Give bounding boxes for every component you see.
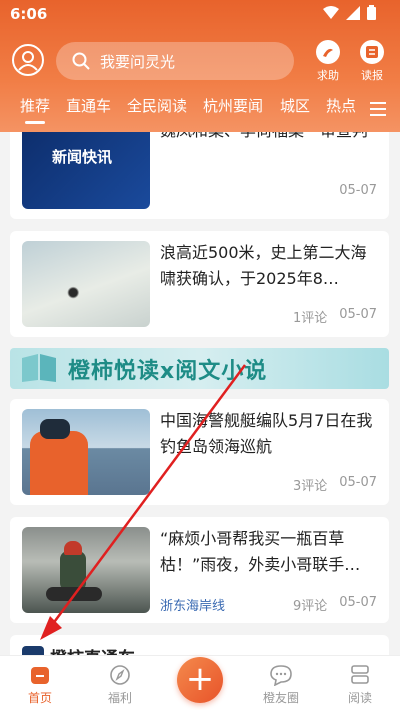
comment-count: 3评论	[292, 479, 328, 494]
article-title: 魏凤和案、李尚福案一审宣判	[160, 132, 377, 170]
article-date: 05-07	[339, 183, 377, 198]
read-paper-button[interactable]: 读报	[357, 40, 387, 83]
user-profile-button[interactable]	[12, 44, 44, 76]
article-date: 05-07	[339, 307, 377, 322]
section-card[interactable]: 橙柿直通车	[10, 635, 389, 655]
app-header: 6:06 我要问灵光 求助 读报 推荐 直通车 全民阅读 杭州要闻 城区 热点	[0, 0, 400, 132]
status-time: 6:06	[10, 5, 48, 23]
read-paper-label: 读报	[361, 69, 383, 82]
battery-icon	[367, 5, 376, 20]
article-title: 中国海警舰艇编队5月7日在我钓鱼岛领海巡航	[160, 411, 373, 456]
article-thumbnail	[22, 527, 150, 613]
top-row: 我要问灵光 求助 读报	[0, 40, 400, 82]
section-title: 橙柿直通车	[50, 644, 135, 655]
nav-welfare[interactable]: 福利	[90, 664, 150, 706]
tab-hot[interactable]: 热点	[326, 95, 356, 116]
article-title: “麻烦小哥帮我买一瓶百草枯！”雨夜，外卖小哥联手…	[160, 529, 361, 574]
comment-count: 1评论	[292, 311, 328, 326]
banner-text: 橙柿悦读x阅文小说	[68, 359, 268, 384]
article-thumbnail	[22, 241, 150, 327]
article-meta: 3评论 05-07	[293, 475, 377, 494]
article-card[interactable]: “麻烦小哥帮我买一瓶百草枯！”雨夜，外卖小哥联手… 浙东海岸线 9评论 05-0…	[10, 517, 389, 623]
nav-circle-label: 橙友圈	[262, 691, 299, 705]
user-icon	[18, 51, 38, 71]
nav-reading-label: 阅读	[347, 691, 372, 705]
compass-icon	[108, 664, 132, 686]
status-bar: 6:06	[0, 0, 400, 30]
help-label: 求助	[317, 69, 339, 82]
tab-express[interactable]: 直通车	[66, 95, 111, 116]
article-card[interactable]: 新闻快讯 魏凤和案、李尚福案一审宣判 05-07	[10, 132, 389, 219]
reading-icon	[348, 664, 372, 686]
menu-icon[interactable]	[370, 102, 386, 116]
newspaper-icon	[360, 40, 384, 64]
article-thumbnail	[22, 409, 150, 495]
article-date: 05-07	[339, 475, 377, 490]
home-icon	[28, 664, 52, 686]
article-date: 05-07	[339, 595, 377, 610]
news-feed: 新闻快讯 魏凤和案、李尚福案一审宣判 05-07 浪高近500米，史上第二大海啸…	[0, 132, 400, 655]
article-thumbnail: 新闻快讯	[22, 132, 150, 209]
nav-home[interactable]: 首页	[10, 664, 70, 706]
search-icon	[72, 52, 90, 70]
promo-banner[interactable]: 橙柿悦读x阅文小说	[10, 348, 389, 389]
tab-hangzhou-news[interactable]: 杭州要闻	[203, 95, 263, 116]
tab-recommend[interactable]: 推荐	[20, 95, 50, 116]
nav-reading[interactable]: 阅读	[330, 664, 390, 706]
help-button[interactable]: 求助	[313, 40, 343, 83]
article-card[interactable]: 中国海警舰艇编队5月7日在我钓鱼岛领海巡航 3评论 05-07	[10, 399, 389, 505]
book-icon	[22, 354, 56, 382]
signal-icon	[346, 5, 360, 20]
help-badge-icon	[316, 40, 340, 64]
nav-welfare-label: 福利	[107, 691, 132, 705]
nav-circle[interactable]: 橙友圈	[251, 664, 311, 706]
bottom-nav: 首页 福利 + 橙友圈 阅读	[0, 655, 400, 710]
chat-icon	[269, 664, 293, 687]
article-card[interactable]: 浪高近500米，史上第二大海啸获确认，于2025年8… 1评论 05-07	[10, 231, 389, 337]
wifi-icon	[323, 5, 339, 19]
status-icons	[323, 5, 376, 20]
section-logo	[22, 646, 44, 655]
search-placeholder: 我要问灵光	[100, 52, 176, 71]
article-title: 浪高近500米，史上第二大海啸获确认，于2025年8…	[160, 243, 367, 288]
plus-icon: +	[185, 659, 215, 699]
comment-count: 9评论	[292, 599, 328, 614]
add-button[interactable]: +	[177, 657, 223, 703]
search-input[interactable]: 我要问灵光	[56, 42, 294, 80]
tab-reading[interactable]: 全民阅读	[127, 95, 187, 116]
article-meta: 9评论 05-07	[293, 595, 377, 614]
tab-district[interactable]: 城区	[280, 95, 310, 116]
thumbnail-caption: 新闻快讯	[52, 148, 113, 166]
article-meta: 05-07	[339, 183, 377, 198]
article-source[interactable]: 浙东海岸线	[160, 595, 225, 614]
article-meta: 1评论 05-07	[293, 307, 377, 326]
category-tabs: 推荐 直通车 全民阅读 杭州要闻 城区 热点	[0, 95, 400, 125]
nav-home-label: 首页	[27, 691, 52, 705]
